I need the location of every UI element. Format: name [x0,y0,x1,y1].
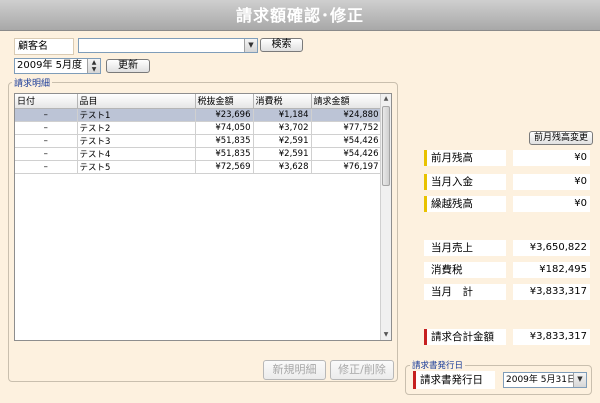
customer-select[interactable]: ▼ [78,38,258,53]
cell-date: – [15,108,78,122]
scrollbar-thumb[interactable] [382,106,390,186]
cell-total: ¥24,880 [311,108,382,122]
cell-total: ¥77,752 [311,121,382,135]
cell-tax: ¥1,184 [253,108,312,122]
cell-net: ¥72,569 [195,160,254,174]
payment-value: ¥0 [513,174,590,190]
carryover-label: 繰越残高 [424,196,506,212]
issue-date-picker[interactable]: 2009年 5月31日 ▼ [503,372,587,388]
table-row[interactable]: – テスト4 ¥51,835 ¥2,591 ¥54,426 [15,147,382,161]
tax-value: ¥182,495 [513,262,590,278]
month-total-value: ¥3,833,317 [513,284,590,300]
scroll-up-icon[interactable]: ▲ [381,94,391,104]
edit-delete-button[interactable]: 修正/削除 [330,360,394,380]
cell-tax: ¥3,702 [253,121,312,135]
new-detail-button[interactable]: 新規明細 [263,360,326,380]
search-button[interactable]: 検索 [260,38,303,52]
prev-balance-label: 前月残高 [424,150,506,166]
cell-total: ¥54,426 [311,147,382,161]
period-value: 2009年 5月度 [17,60,82,71]
cell-date: – [15,121,78,135]
cell-date: – [15,147,78,161]
cell-net: ¥23,696 [195,108,254,122]
title-bar: 請求額確認･修正 [0,0,600,31]
detail-legend: 請求明細 [12,76,53,89]
column-header-net[interactable]: 税抜金額 [195,94,254,109]
scroll-down-icon[interactable]: ▼ [381,330,391,340]
spin-arrows-icon[interactable]: ▲ ▼ [87,59,100,73]
column-header-total[interactable]: 請求金額 [311,94,382,109]
detail-table[interactable]: 日付 品目 税抜金額 消費税 請求金額 – テスト1 ¥23,696 ¥1,18… [14,93,392,341]
invoice-total-value: ¥3,833,317 [513,329,590,345]
cell-net: ¥74,050 [195,121,254,135]
cell-item: テスト4 [77,147,196,161]
customer-label: 顧客名 [14,38,74,55]
issue-date-label: 請求書発行日 [413,371,495,389]
cell-date: – [15,160,78,174]
cell-total: ¥54,426 [311,134,382,148]
table-header: 日付 品目 税抜金額 消費税 請求金額 [15,94,382,109]
invoice-total-label: 請求合計金額 [424,329,506,345]
prev-balance-value: ¥0 [513,150,590,166]
refresh-button[interactable]: 更新 [106,59,150,73]
cell-tax: ¥3,628 [253,160,312,174]
payment-label: 当月入金 [424,174,506,190]
cell-item: テスト3 [77,134,196,148]
cell-tax: ¥2,591 [253,147,312,161]
tax-label: 消費税 [424,262,506,278]
issue-date-legend: 請求書発行日 [410,359,466,371]
vertical-scrollbar[interactable]: ▲ ▼ [380,94,391,340]
sales-label: 当月売上 [424,240,506,256]
cell-item: テスト1 [77,108,196,122]
change-prev-balance-button[interactable]: 前月残高変更 [529,131,593,145]
cell-date: – [15,134,78,148]
table-row[interactable]: – テスト1 ¥23,696 ¥1,184 ¥24,880 [15,108,382,122]
column-header-item[interactable]: 品目 [77,94,196,109]
cell-tax: ¥2,591 [253,134,312,148]
cell-net: ¥51,835 [195,147,254,161]
column-header-date[interactable]: 日付 [15,94,78,109]
cell-net: ¥51,835 [195,134,254,148]
table-row[interactable]: – テスト2 ¥74,050 ¥3,702 ¥77,752 [15,121,382,135]
month-total-label: 当月 計 [424,284,506,300]
issue-date-value: 2009年 5月31日 [506,375,576,385]
cell-total: ¥76,197 [311,160,382,174]
table-row[interactable]: – テスト3 ¥51,835 ¥2,591 ¥54,426 [15,134,382,148]
sales-value: ¥3,650,822 [513,240,590,256]
cell-item: テスト2 [77,121,196,135]
carryover-value: ¥0 [513,196,590,212]
column-header-tax[interactable]: 消費税 [253,94,312,109]
period-stepper[interactable]: 2009年 5月度 ▲ ▼ [14,58,101,74]
cell-item: テスト5 [77,160,196,174]
chevron-down-icon[interactable]: ▼ [244,39,257,52]
table-row[interactable]: – テスト5 ¥72,569 ¥3,628 ¥76,197 [15,160,382,174]
window-title: 請求額確認･修正 [235,6,364,25]
chevron-down-icon[interactable]: ▼ [573,373,586,387]
